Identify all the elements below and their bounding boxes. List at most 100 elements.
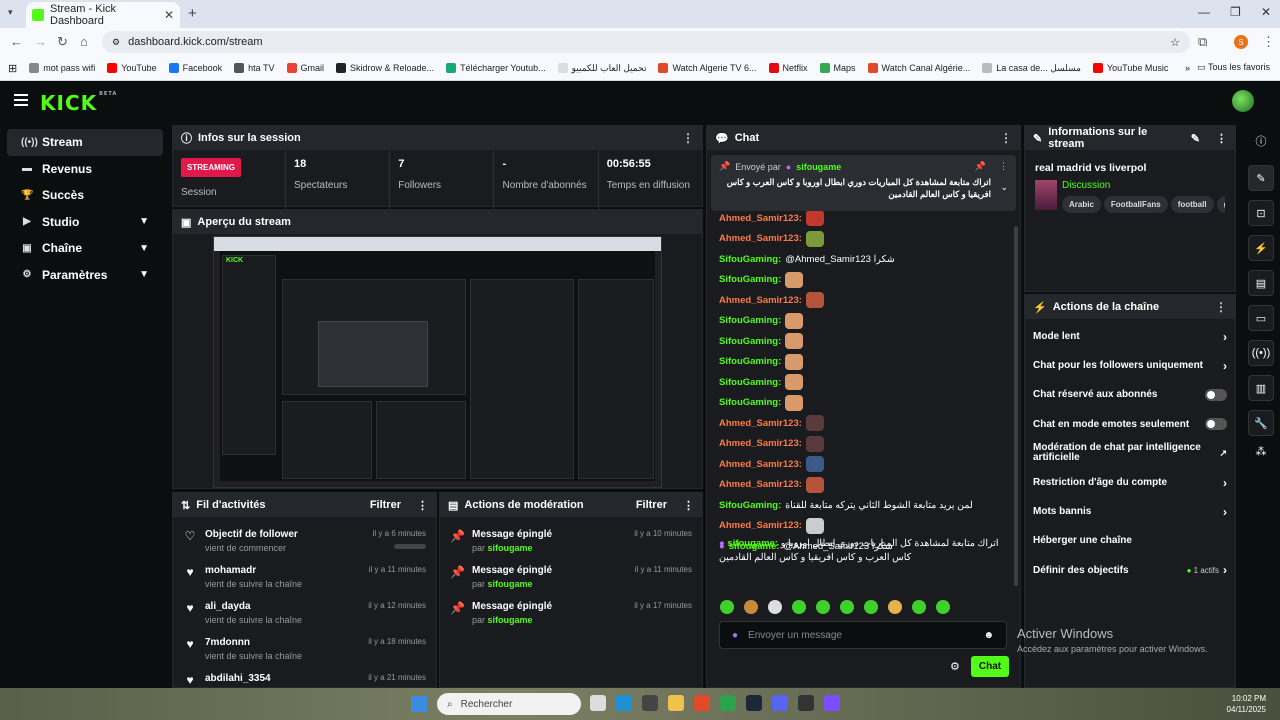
emote-icon[interactable]	[744, 600, 758, 614]
action-age-restriction[interactable]: Restriction d'âge du compte ›	[1025, 468, 1235, 497]
more-options-icon[interactable]: ⋮	[682, 131, 694, 145]
more-options-icon[interactable]: ⋮	[417, 499, 428, 512]
chevron-down-icon[interactable]: ⌄	[1000, 182, 1008, 200]
edit-icon[interactable]: ✎	[1191, 132, 1200, 145]
more-options-icon[interactable]: ⋮	[1000, 131, 1012, 145]
close-tab-icon[interactable]: ✕	[164, 8, 174, 22]
forward-icon[interactable]: →	[34, 34, 47, 49]
bookmark-item[interactable]: Facebook	[168, 63, 222, 73]
wrench-icon[interactable]: 🔧	[1248, 410, 1274, 436]
site-info-icon[interactable]: ⚙	[112, 37, 120, 48]
extensions-icon[interactable]: ⧉	[1198, 34, 1207, 50]
palette-icon[interactable]: ⁂	[1242, 445, 1280, 458]
obs-icon[interactable]	[798, 695, 814, 711]
chat-username[interactable]: Ahmed_Samir123:	[719, 295, 802, 306]
bookmark-item[interactable]: Gmail	[286, 63, 324, 73]
taskbar-clock[interactable]: 10:02 PM 04/11/2025	[1227, 693, 1266, 715]
chat-username[interactable]: SifouGaming:	[719, 254, 781, 265]
emote-icon[interactable]	[936, 600, 950, 614]
category-name[interactable]: Discussion	[1062, 180, 1225, 191]
action-ai-moderation[interactable]: Modération de chat par intelligence arti…	[1025, 439, 1235, 468]
subscribers-only-toggle[interactable]	[1205, 388, 1227, 401]
unpin-icon[interactable]: 📌	[975, 161, 986, 172]
action-set-goals[interactable]: Définir des objectifs ● 1 actifs ›	[1025, 556, 1235, 585]
send-chat-button[interactable]: Chat	[971, 656, 1009, 677]
emote-icon[interactable]	[864, 600, 878, 614]
stream-preview-video[interactable]: KICK	[213, 236, 662, 488]
emotes-only-toggle[interactable]	[1205, 418, 1227, 431]
sidebar-item-chaine[interactable]: ▣ Chaîne ▼	[7, 235, 163, 262]
apps-grid-icon[interactable]: ⊞	[8, 62, 17, 75]
bookmark-item[interactable]: Watch Canal Algérie...	[867, 63, 970, 73]
edge-icon[interactable]	[616, 695, 632, 711]
bookmark-item[interactable]: mot pass wifi	[29, 63, 95, 73]
emote-icon[interactable]	[840, 600, 854, 614]
filter-button[interactable]: Filtrer	[636, 499, 667, 511]
chat-scrollbar[interactable]	[1014, 226, 1018, 586]
sidebar-item-studio[interactable]: ▶ Studio ▼	[7, 209, 163, 236]
home-icon[interactable]: ⌂	[80, 34, 88, 49]
sidebar-item-stream[interactable]: ((•)) Stream	[7, 129, 163, 156]
restore-icon[interactable]: ❐	[1230, 5, 1241, 19]
chat-username[interactable]: Ahmed_Samir123:	[719, 459, 802, 470]
mod-user[interactable]: sifougame	[488, 579, 533, 589]
chat-username[interactable]: sifougame:	[727, 538, 778, 549]
bookmark-item[interactable]: YouTube Music	[1092, 63, 1168, 73]
tab-list-icon[interactable]: ▾	[8, 7, 13, 18]
steam-icon[interactable]	[746, 695, 762, 711]
browser-tab[interactable]: Stream - Kick Dashboard ✕	[26, 2, 180, 28]
emoji-icon[interactable]: ☻	[983, 630, 994, 641]
action-subscribers-only[interactable]: Chat réservé aux abonnés	[1025, 380, 1235, 409]
mod-user[interactable]: sifougame	[488, 543, 533, 553]
action-slow-mode[interactable]: Mode lent ›	[1025, 322, 1235, 351]
new-tab-icon[interactable]: +	[188, 5, 197, 22]
sidebar-item-parametres[interactable]: ⚙ Paramètres ▼	[7, 262, 163, 289]
bookmark-star-icon[interactable]: ☆	[1170, 36, 1180, 49]
brave-icon[interactable]	[694, 695, 710, 711]
hamburger-menu-icon[interactable]	[14, 94, 28, 106]
emote-icon[interactable]	[768, 600, 782, 614]
discord-icon[interactable]	[772, 695, 788, 711]
more-bookmarks-icon[interactable]: »	[1185, 63, 1190, 73]
app-icon[interactable]	[824, 695, 840, 711]
bookmark-item[interactable]: hta TV	[234, 63, 275, 73]
action-emotes-only[interactable]: Chat en mode emotes seulement	[1025, 410, 1235, 439]
more-options-icon[interactable]: ⋮	[999, 161, 1008, 172]
chat-username[interactable]: Ahmed_Samir123:	[719, 438, 802, 449]
action-banned-words[interactable]: Mots bannis ›	[1025, 497, 1235, 526]
more-options-icon[interactable]: ⋮	[683, 499, 694, 512]
chat-username[interactable]: Ahmed_Samir123:	[719, 520, 802, 531]
bookmark-item[interactable]: Télécharger Youtub...	[446, 63, 546, 73]
chat-username[interactable]: SifouGaming:	[719, 377, 781, 388]
chat-icon[interactable]: ▭	[1248, 305, 1274, 331]
chat-username[interactable]: Ahmed_Samir123:	[719, 479, 802, 490]
minimize-icon[interactable]: —	[1198, 5, 1210, 19]
back-icon[interactable]: ←	[10, 34, 23, 49]
info-icon[interactable]: ⓘ	[1242, 133, 1280, 149]
emote-icon[interactable]	[912, 600, 926, 614]
bookmark-item[interactable]: Netflix	[768, 63, 808, 73]
emote-icon[interactable]	[888, 600, 902, 614]
chat-input[interactable]: ● Envoyer un message ☻	[719, 621, 1007, 649]
chat-username[interactable]: Ahmed_Samir123:	[719, 418, 802, 429]
mod-user[interactable]: sifougame	[488, 615, 533, 625]
close-window-icon[interactable]: ✕	[1261, 5, 1271, 19]
reload-icon[interactable]: ↻	[57, 34, 68, 50]
pinned-username[interactable]: sifougame	[796, 162, 841, 172]
bookmark-item[interactable]: La casa de... مسلسل	[982, 63, 1081, 74]
taskbar-search[interactable]: ⌕ Rechercher	[437, 693, 581, 715]
all-bookmarks[interactable]: ▭ Tous les favoris	[1197, 62, 1270, 73]
bookmark-item[interactable]: تحميل العاب للكمبيو	[557, 63, 646, 74]
more-options-icon[interactable]: ⋮	[1215, 300, 1227, 314]
action-followers-only[interactable]: Chat pour les followers uniquement ›	[1025, 351, 1235, 380]
chat-username[interactable]: SifouGaming:	[719, 336, 781, 347]
bookmark-item[interactable]: YouTube	[107, 63, 157, 73]
emote-icon[interactable]	[792, 600, 806, 614]
more-options-icon[interactable]: ⋮	[1216, 132, 1227, 145]
server-icon[interactable]: ▥	[1248, 375, 1274, 401]
emote-icon[interactable]	[720, 600, 734, 614]
bolt-icon[interactable]: ⚡	[1248, 235, 1274, 261]
sidebar-item-revenus[interactable]: ▬ Revenus	[7, 156, 163, 183]
bookmark-item[interactable]: Maps	[819, 63, 856, 73]
document-icon[interactable]: ▤	[1248, 270, 1274, 296]
